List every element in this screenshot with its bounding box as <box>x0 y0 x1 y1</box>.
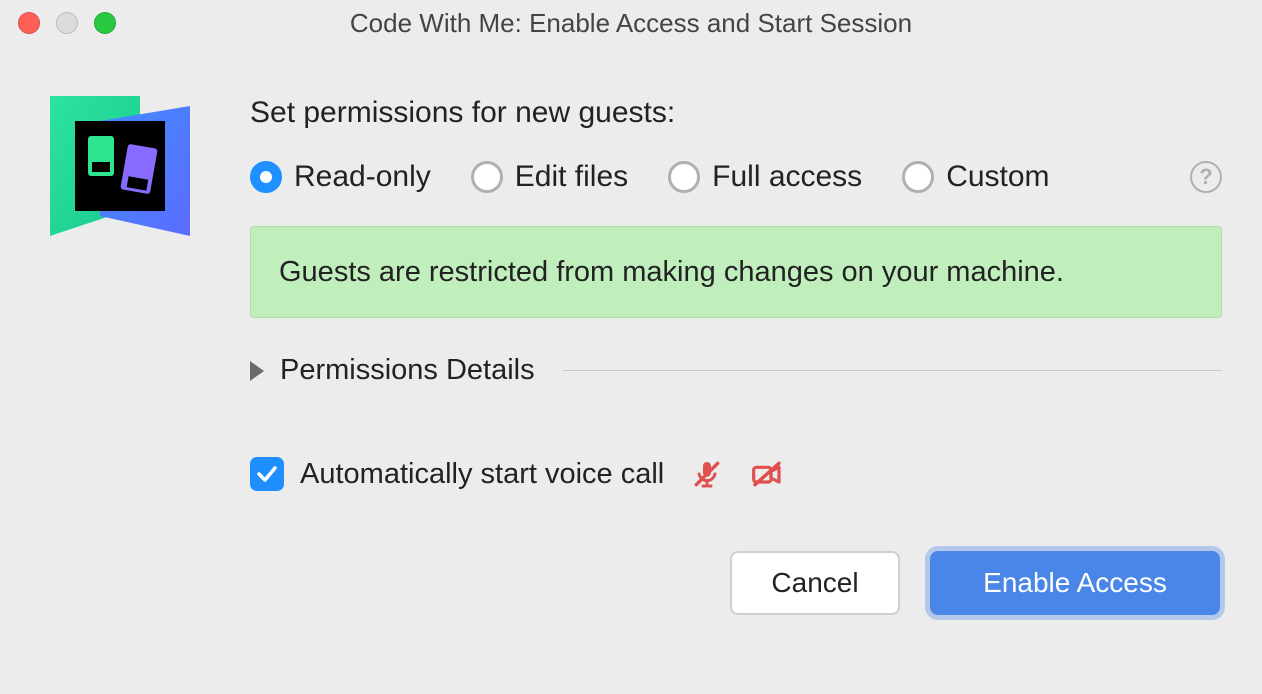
radio-indicator <box>902 161 934 193</box>
voice-call-label: Automatically start voice call <box>300 458 664 491</box>
titlebar: Code With Me: Enable Access and Start Se… <box>0 0 1262 46</box>
window-controls <box>18 12 116 34</box>
radio-indicator <box>668 161 700 193</box>
button-label: Enable Access <box>983 567 1167 599</box>
dialog-buttons: Cancel Enable Access <box>250 551 1222 615</box>
radio-indicator <box>471 161 503 193</box>
button-label: Cancel <box>771 567 858 599</box>
permission-info-box: Guests are restricted from making change… <box>250 226 1222 318</box>
radio-label: Edit files <box>515 160 628 194</box>
minimize-window-button <box>56 12 78 34</box>
close-window-button[interactable] <box>18 12 40 34</box>
window-title: Code With Me: Enable Access and Start Se… <box>0 8 1262 39</box>
permissions-details-toggle[interactable]: Permissions Details <box>250 354 1222 387</box>
mic-muted-icon[interactable] <box>690 457 724 491</box>
icon-column <box>50 96 250 615</box>
dialog-content: Set permissions for new guests: Read-onl… <box>0 46 1262 645</box>
permission-info-text: Guests are restricted from making change… <box>279 256 1064 288</box>
radio-label: Read-only <box>294 160 431 194</box>
radio-label: Custom <box>946 160 1049 194</box>
check-icon <box>255 462 279 486</box>
camera-muted-icon[interactable] <box>750 457 784 491</box>
permissions-heading: Set permissions for new guests: <box>250 96 1222 130</box>
radio-edit-files[interactable]: Edit files <box>471 160 628 194</box>
code-with-me-icon <box>50 96 190 236</box>
voice-call-checkbox[interactable] <box>250 457 284 491</box>
enable-access-button[interactable]: Enable Access <box>930 551 1220 615</box>
help-icon[interactable]: ? <box>1190 161 1222 193</box>
radio-read-only[interactable]: Read-only <box>250 160 431 194</box>
radio-full-access[interactable]: Full access <box>668 160 862 194</box>
permission-radio-group: Read-only Edit files Full access Custom … <box>250 160 1222 194</box>
radio-custom[interactable]: Custom <box>902 160 1049 194</box>
zoom-window-button[interactable] <box>94 12 116 34</box>
chevron-right-icon <box>250 361 264 381</box>
radio-label: Full access <box>712 160 862 194</box>
permissions-details-label: Permissions Details <box>280 354 535 387</box>
voice-call-row: Automatically start voice call <box>250 457 1222 491</box>
cancel-button[interactable]: Cancel <box>730 551 900 615</box>
divider <box>563 370 1222 371</box>
main-column: Set permissions for new guests: Read-onl… <box>250 96 1222 615</box>
radio-indicator <box>250 161 282 193</box>
